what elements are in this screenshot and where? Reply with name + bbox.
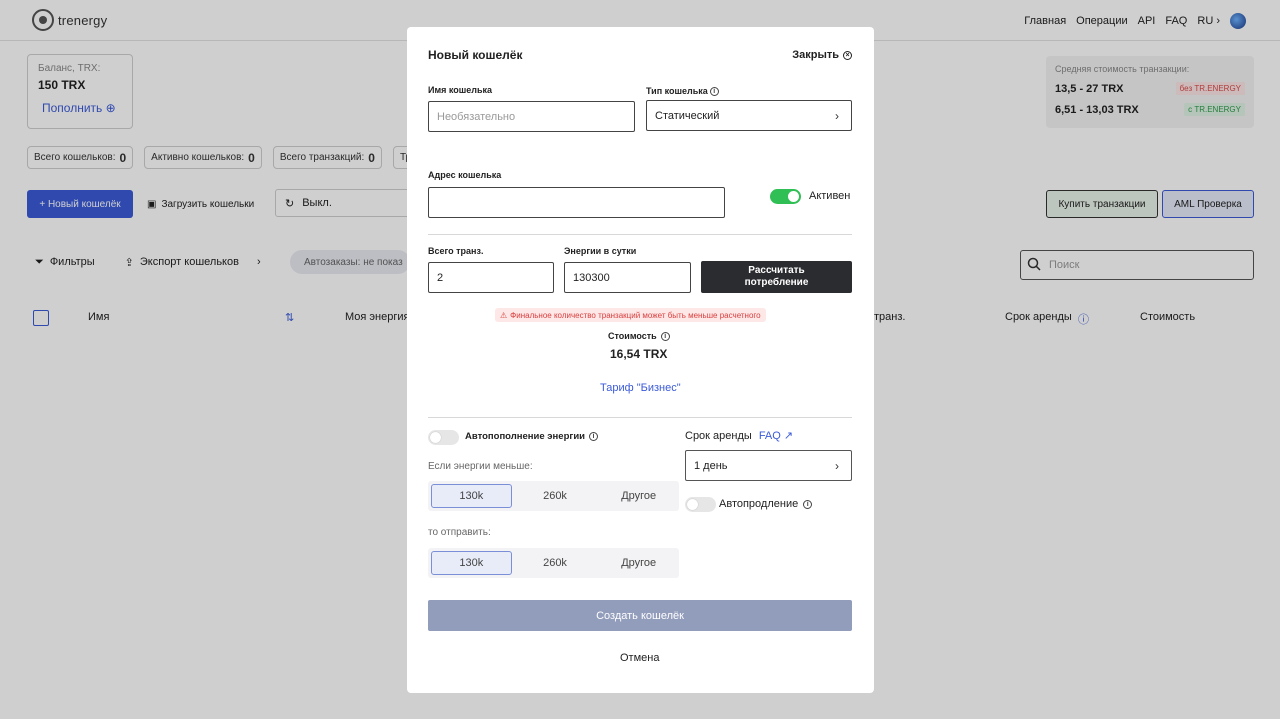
wallet-type-label: Тип кошелька i xyxy=(646,86,719,96)
energy-per-day-input[interactable]: 130300 xyxy=(564,262,691,293)
new-wallet-modal: Новый кошелёк Закрыть × Имя кошелька Нео… xyxy=(407,27,874,693)
send-option[interactable]: 260k xyxy=(515,551,596,575)
active-toggle[interactable] xyxy=(770,189,801,204)
rent-faq-link[interactable]: FAQ ↗ xyxy=(758,429,794,443)
send-amount-selector: 130k 260k Другое xyxy=(428,548,679,578)
auto-refill-label-text: Автопополнение энергии xyxy=(465,431,586,442)
auto-refill-label: Автопополнение энергии i xyxy=(465,431,599,442)
active-label: Активен xyxy=(809,190,851,202)
auto-renew-toggle[interactable] xyxy=(685,497,716,512)
threshold-option[interactable]: Другое xyxy=(598,484,679,508)
wallet-address-input[interactable] xyxy=(428,187,725,218)
auto-renew-label-text: Автопродление xyxy=(719,498,799,510)
toggle-knob xyxy=(430,432,441,443)
send-label: то отправить: xyxy=(428,527,491,538)
calculate-consumption-button[interactable]: Рассчитать потребление xyxy=(701,261,852,293)
wallet-type-select[interactable]: Статический › xyxy=(646,100,852,131)
auto-renew-label: Автопродление i xyxy=(719,498,813,510)
rent-faq-text: FAQ xyxy=(758,429,781,442)
auto-refill-toggle[interactable] xyxy=(428,430,459,445)
wallet-type-value: Статический xyxy=(655,109,720,122)
threshold-option[interactable]: 260k xyxy=(515,484,596,508)
toggle-knob xyxy=(687,499,698,510)
divider xyxy=(428,234,852,235)
close-button[interactable]: Закрыть × xyxy=(792,49,852,61)
cost-label-text: Стоимость xyxy=(608,331,657,341)
warning-text: Финальное количество транзакций может бы… xyxy=(510,310,761,320)
cost-value: 16,54 TRX xyxy=(610,347,668,361)
threshold-selector: 130k 260k Другое xyxy=(428,481,679,511)
energy-per-day-label: Энергии в сутки xyxy=(564,246,637,256)
info-icon[interactable]: i xyxy=(803,499,813,509)
divider xyxy=(428,417,852,418)
tariff-link[interactable]: Тариф "Бизнес" xyxy=(600,382,681,394)
chevron-right-icon: › xyxy=(835,108,839,123)
toggle-knob xyxy=(788,191,799,202)
external-link-icon: ↗ xyxy=(783,430,794,442)
info-icon[interactable]: i xyxy=(660,331,670,341)
rent-term-header: Срок аренды FAQ ↗ xyxy=(685,429,794,443)
warning-message: ⚠ Финальное количество транзакций может … xyxy=(495,308,766,322)
cancel-button[interactable]: Отмена xyxy=(620,652,659,664)
send-option[interactable]: Другое xyxy=(598,551,679,575)
warning-icon: ⚠ xyxy=(500,310,508,320)
if-less-label: Если энергии меньше: xyxy=(428,461,533,472)
create-wallet-button[interactable]: Создать кошелёк xyxy=(428,600,852,631)
wallet-name-label: Имя кошелька xyxy=(428,85,493,95)
wallet-name-input[interactable]: Необязательно xyxy=(428,101,635,132)
chevron-right-icon: › xyxy=(835,458,839,473)
rent-term-value: 1 день xyxy=(694,459,728,472)
close-icon: × xyxy=(843,50,852,60)
tx-total-label: Всего транз. xyxy=(428,246,484,256)
close-label: Закрыть xyxy=(792,49,839,61)
threshold-option[interactable]: 130k xyxy=(431,484,512,508)
cost-label: Стоимость i xyxy=(608,331,670,341)
rent-term-select[interactable]: 1 день › xyxy=(685,450,852,481)
info-icon[interactable]: i xyxy=(589,432,599,441)
modal-title: Новый кошелёк xyxy=(428,48,523,62)
tx-total-input[interactable]: 2 xyxy=(428,262,554,293)
send-option[interactable]: 130k xyxy=(431,551,512,575)
wallet-type-label-text: Тип кошелька xyxy=(646,86,708,96)
rent-term-label: Срок аренды xyxy=(685,429,752,442)
info-icon[interactable]: i xyxy=(709,86,719,96)
wallet-address-label: Адрес кошелька xyxy=(428,170,502,180)
